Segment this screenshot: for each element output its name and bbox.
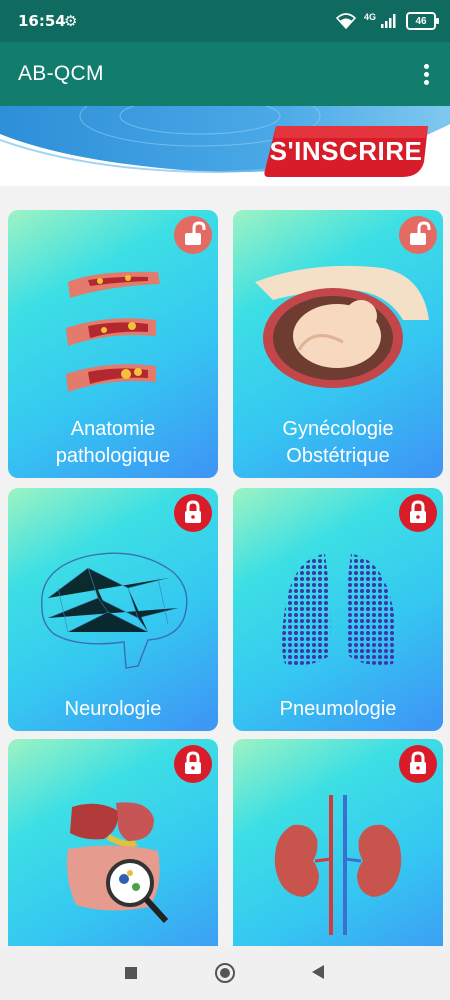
blood-vessel-icon <box>66 271 160 392</box>
locked-icon <box>174 494 212 532</box>
locked-icon <box>399 494 437 532</box>
signal-icon <box>381 14 396 28</box>
status-bar: 16:54 ⚙ 4G 46 <box>0 0 450 42</box>
kidneys-icon <box>274 795 402 935</box>
lungs-icon <box>282 554 396 665</box>
signup-button[interactable]: S'INSCRIRE <box>262 124 430 179</box>
course-card-gynecologie-obstetrique[interactable]: Gynécologie Obstétrique <box>233 210 443 478</box>
course-card-nephrologie[interactable] <box>233 739 443 946</box>
course-grid: Anatomie pathologique Gynécologie Obstétri… <box>0 186 450 946</box>
status-time: 16:54 <box>18 12 66 30</box>
card-title: Gynécologie Obstétrique <box>282 418 394 467</box>
battery-icon: 46 <box>406 12 439 30</box>
unlocked-icon <box>399 216 437 254</box>
settings-gear-icon: ⚙ <box>64 13 78 30</box>
home-icon[interactable] <box>214 962 236 984</box>
card-title: Neurologie <box>64 698 162 720</box>
battery-level: 46 <box>415 15 427 27</box>
wifi-icon <box>335 13 356 29</box>
locked-icon <box>399 745 437 783</box>
card-title: Anatomie pathologique <box>55 418 171 467</box>
course-card-neurologie[interactable]: Neurologie <box>8 488 218 731</box>
signup-label: S'INSCRIRE <box>269 136 423 166</box>
course-card-anatomie-pathologique[interactable]: Anatomie pathologique <box>8 210 218 478</box>
app-title: AB-QCM <box>18 62 104 85</box>
overflow-menu-icon[interactable] <box>424 64 430 86</box>
recents-icon[interactable] <box>124 966 138 980</box>
course-card-gastro[interactable] <box>8 739 218 946</box>
digestive-system-icon <box>67 802 169 924</box>
brain-icon <box>41 552 188 669</box>
fetus-womb-icon <box>255 265 429 388</box>
course-card-pneumologie[interactable]: Pneumologie <box>233 488 443 731</box>
unlocked-icon <box>174 216 212 254</box>
card-title: Pneumologie <box>279 698 397 720</box>
locked-icon <box>174 745 212 783</box>
back-icon[interactable] <box>310 964 326 980</box>
app-bar: AB-QCM <box>0 42 450 106</box>
system-nav-bar <box>0 946 450 1000</box>
status-icons: 4G 46 <box>335 11 439 31</box>
network-type-label: 4G <box>363 12 376 22</box>
